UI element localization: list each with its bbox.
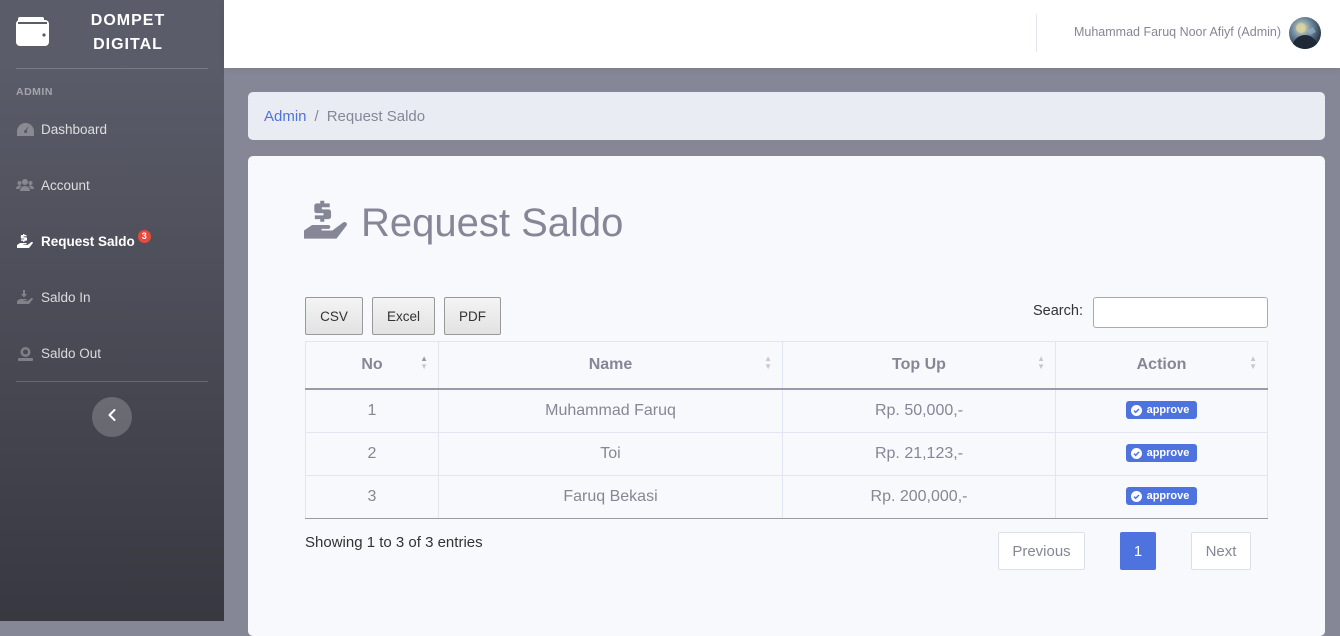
cell-top-up: Rp. 21,123,-: [782, 432, 1056, 476]
notification-badge: 3: [137, 229, 151, 243]
page-title-text: Request Saldo: [361, 201, 624, 245]
breadcrumb: Admin / Request Saldo: [248, 92, 1325, 140]
approve-label: approve: [1146, 490, 1190, 503]
csv-button[interactable]: CSV: [305, 297, 363, 335]
approve-button[interactable]: approve: [1125, 487, 1198, 506]
sidebar-toggle-button[interactable]: [92, 397, 132, 437]
sort-icon: ▲ ▼: [1249, 354, 1257, 371]
breadcrumb-separator: /: [314, 107, 319, 125]
pdf-button[interactable]: PDF: [444, 297, 501, 335]
page-title: Request Saldo: [304, 200, 623, 247]
cell-top-up: Rp. 50,000,-: [782, 388, 1056, 433]
sidebar-item-label: Request Saldo: [41, 233, 135, 249]
cell-action: approve: [1055, 432, 1268, 476]
wallet-icon: [16, 17, 49, 46]
sidebar-item-saldo-out[interactable]: Saldo Out: [0, 325, 224, 381]
brand[interactable]: DOMPET DIGITAL: [0, 0, 224, 68]
content-card: Request Saldo CSV Excel PDF Search: No ▲…: [248, 156, 1325, 636]
cell-top-up: Rp. 200,000,-: [782, 475, 1056, 519]
cell-no: 3: [305, 475, 439, 519]
column-header-name[interactable]: Name ▲ ▼: [438, 341, 783, 390]
breadcrumb-current: Request Saldo: [326, 107, 426, 125]
table-row: 1 Muhammad Faruq Rp. 50,000,- approve: [305, 388, 1268, 433]
table-row: 2 Toi Rp. 21,123,- approve: [305, 432, 1268, 476]
cell-no: 1: [305, 388, 439, 433]
sidebar-item-label: Account: [41, 177, 90, 193]
sidebar-item-label: Saldo Out: [41, 345, 102, 361]
approve-button[interactable]: approve: [1125, 401, 1198, 420]
column-header-action[interactable]: Action ▲ ▼: [1055, 341, 1268, 390]
topbar: Muhammad Faruq Noor Afiyf (Admin): [224, 0, 1340, 68]
sidebar-item-dashboard[interactable]: Dashboard: [0, 101, 224, 157]
column-header-label: Top Up: [892, 356, 946, 373]
check-circle-icon: [1130, 404, 1142, 416]
sidebar-item-label: Dashboard: [41, 121, 108, 137]
cell-action: approve: [1055, 388, 1268, 433]
chevron-left-icon: [108, 408, 116, 426]
brand-line-2: DIGITAL: [93, 36, 163, 53]
hand-dollar-icon: [304, 200, 350, 247]
breadcrumb-link-admin[interactable]: Admin: [264, 108, 307, 125]
search-input[interactable]: [1093, 297, 1268, 328]
users-icon: [16, 177, 34, 193]
sort-icon: ▲ ▼: [1037, 354, 1045, 371]
sidebar-item-request-saldo[interactable]: Request Saldo 3: [0, 213, 224, 269]
column-header-label: Name: [588, 356, 633, 373]
hand-receive-icon: [16, 289, 34, 305]
sidebar: DOMPET DIGITAL ADMIN Dashboard Account R…: [0, 0, 224, 621]
cell-action: approve: [1055, 475, 1268, 519]
avatar[interactable]: [1289, 17, 1321, 49]
column-header-label: No: [361, 356, 383, 373]
approve-button[interactable]: approve: [1125, 444, 1198, 463]
table-info: Showing 1 to 3 of 3 entries: [305, 534, 483, 551]
search-label: Search:: [1033, 303, 1083, 319]
cell-name: Muhammad Faruq: [438, 388, 783, 433]
cell-name: Faruq Bekasi: [438, 475, 783, 519]
check-circle-icon: [1130, 490, 1142, 502]
dashboard-icon: [16, 121, 34, 137]
pagination-next[interactable]: Next: [1191, 532, 1251, 570]
column-header-label: Action: [1136, 356, 1187, 373]
sidebar-item-label: Saldo In: [41, 289, 91, 305]
column-header-no[interactable]: No ▲ ▼: [305, 341, 439, 390]
user-name[interactable]: Muhammad Faruq Noor Afiyf (Admin): [1074, 25, 1281, 39]
sidebar-divider: [16, 381, 208, 382]
brand-line-1: DOMPET: [90, 12, 166, 29]
request-table: No ▲▼ Name ▲▼ Top Up ▲▼ Action ▲▼ 1: [305, 341, 1268, 519]
excel-button[interactable]: Excel: [372, 297, 435, 335]
approve-label: approve: [1146, 404, 1190, 417]
table-header-row: No ▲ ▼ Name ▲ ▼ Top Up ▲ ▼ Action ▲ ▼: [305, 341, 1268, 390]
sort-icon: ▲ ▼: [764, 354, 772, 371]
column-header-top-up[interactable]: Top Up ▲ ▼: [782, 341, 1056, 390]
hand-dollar-icon: [16, 233, 34, 249]
check-circle-icon: [1130, 447, 1142, 459]
approve-label: approve: [1146, 447, 1190, 460]
sidebar-heading: ADMIN: [16, 86, 53, 98]
pagination-previous[interactable]: Previous: [998, 532, 1085, 570]
table-row: 3 Faruq Bekasi Rp. 200,000,- approve: [305, 475, 1268, 519]
coins-icon: [16, 345, 34, 361]
pagination-page-1[interactable]: 1: [1120, 532, 1156, 570]
sort-icon: ▲ ▼: [420, 354, 428, 371]
cell-name: Toi: [438, 432, 783, 476]
topbar-divider: [1036, 14, 1037, 52]
sidebar-divider: [16, 68, 208, 69]
sidebar-item-account[interactable]: Account: [0, 157, 224, 213]
sidebar-item-saldo-in[interactable]: Saldo In: [0, 269, 224, 325]
cell-no: 2: [305, 432, 439, 476]
brand-name: DOMPET DIGITAL: [62, 9, 194, 57]
